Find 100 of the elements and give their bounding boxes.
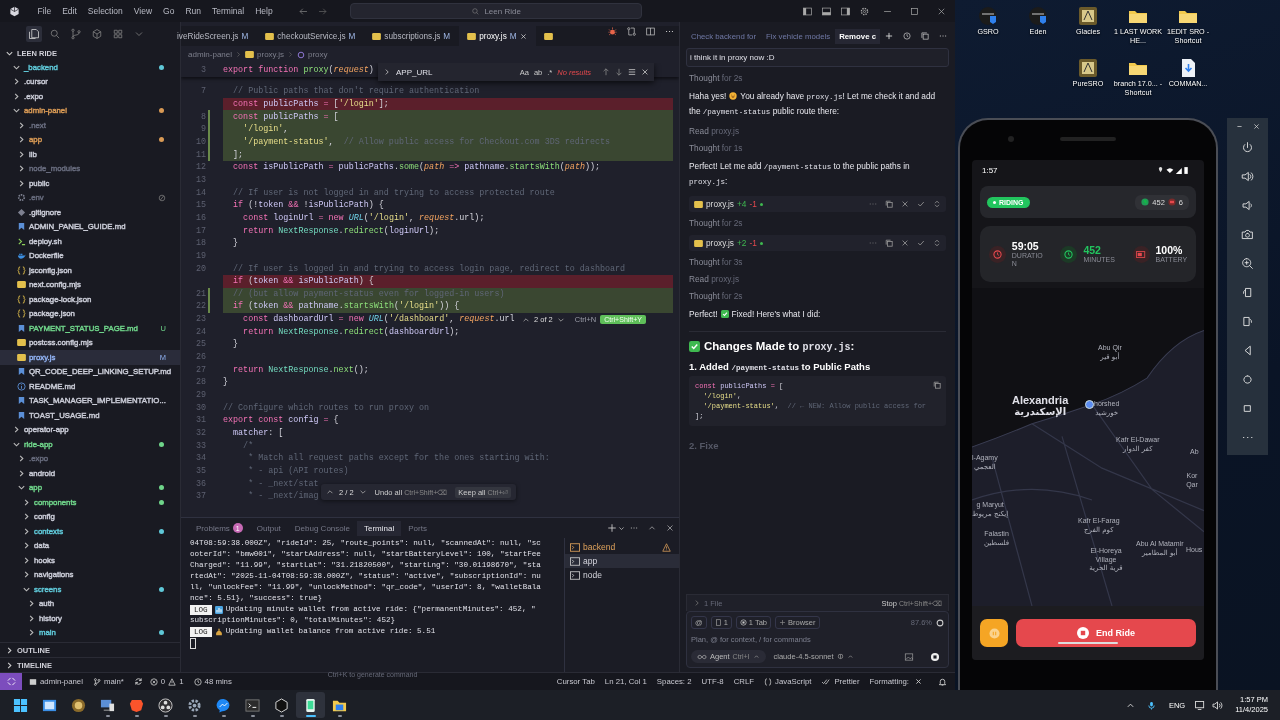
panel-tab[interactable]: Output: [249, 520, 288, 536]
menu-item[interactable]: Help: [249, 6, 279, 16]
taskbar-app[interactable]: [296, 692, 325, 718]
menu-item[interactable]: File: [32, 6, 57, 16]
copy-icon[interactable]: [933, 381, 941, 389]
expand-icon[interactable]: [933, 200, 941, 208]
chevron-up-icon[interactable]: [326, 488, 334, 496]
check-icon[interactable]: [917, 200, 925, 208]
settings-icon[interactable]: [859, 5, 870, 17]
power-icon[interactable]: [1241, 141, 1254, 154]
image-icon[interactable]: [904, 651, 914, 662]
remote-icon: [6, 677, 16, 686]
volume-down-icon[interactable]: [1241, 199, 1254, 212]
panel-tab[interactable]: Ports: [401, 520, 434, 536]
layout-icon[interactable]: [840, 5, 851, 17]
read-step[interactable]: Read proxy.js: [689, 271, 946, 288]
sidebar-toggle-icon[interactable]: [802, 5, 813, 17]
chevron-down-icon[interactable]: [358, 488, 367, 496]
phone-icon: [303, 697, 318, 713]
caret-up-icon: [752, 653, 760, 660]
menu-item[interactable]: Edit: [56, 6, 83, 16]
thought-step[interactable]: Thought for 2s: [689, 288, 946, 305]
menu-item[interactable]: Run: [179, 6, 207, 16]
editor-tab[interactable]: checkoutService.js M: [257, 26, 365, 46]
sync-icon[interactable]: [133, 677, 143, 686]
compare-icon[interactable]: [626, 26, 637, 37]
copy-icon[interactable]: [920, 31, 930, 41]
bell-icon[interactable]: [938, 677, 947, 686]
menu-item[interactable]: Selection: [82, 6, 129, 16]
plus-icon[interactable]: [884, 31, 894, 41]
copy-icon[interactable]: [885, 200, 893, 208]
home-icon[interactable]: [1241, 373, 1254, 386]
close-icon[interactable]: [901, 239, 909, 247]
end-ride-button[interactable]: End Ride: [1016, 619, 1196, 647]
arrow-up-icon[interactable]: [602, 68, 610, 76]
menu-item[interactable]: View: [128, 6, 158, 16]
thought-step[interactable]: Thought for 2s: [689, 70, 946, 87]
map[interactable]: [972, 288, 1204, 606]
editor-tab[interactable]: iveRideScreen.js M: [177, 26, 258, 46]
search-field[interactable]: Leen Ride: [350, 3, 643, 19]
close-icon[interactable]: [901, 200, 909, 208]
history-icon[interactable]: [902, 31, 912, 41]
pause-button[interactable]: [980, 619, 1008, 647]
bug-icon[interactable]: [607, 26, 618, 37]
breadcrumb-item[interactable]: proxy.js: [257, 50, 284, 59]
thought-step[interactable]: Thought for 3s: [689, 254, 946, 271]
editor-tab[interactable]: proxy.js M: [459, 26, 536, 46]
line-number: 15: [195, 200, 206, 211]
camera-icon[interactable]: [1241, 228, 1254, 241]
cube-icon[interactable]: [91, 28, 103, 40]
microphone-icon[interactable]: [1146, 700, 1156, 710]
js-file-icon: [265, 32, 275, 40]
map-label: Alexandria: [1012, 394, 1069, 406]
check-icon[interactable]: [917, 239, 925, 247]
terminal-session[interactable]: backend: [565, 540, 679, 554]
copy-icon[interactable]: [885, 239, 893, 247]
code-line: // If user is logged in and trying to access login page, redirect to dashboard: [232, 262, 626, 275]
arrow-down-icon[interactable]: [615, 68, 623, 76]
overview-icon[interactable]: [1241, 402, 1254, 415]
files-icon[interactable]: [26, 26, 42, 42]
selection-icon[interactable]: [628, 68, 636, 76]
stop-icon[interactable]: [930, 651, 940, 662]
menu-item[interactable]: Terminal: [206, 6, 250, 16]
rotate-right-icon[interactable]: [1241, 315, 1254, 328]
editor-tab[interactable]: subscriptions.js M: [364, 26, 460, 46]
breadcrumb-item[interactable]: admin-panel: [188, 50, 233, 59]
close-icon[interactable]: [641, 68, 649, 76]
expand-icon[interactable]: [933, 239, 941, 247]
terminal-session[interactable]: node: [565, 568, 679, 582]
file-edit-card[interactable]: proxy.js +4 -1: [689, 196, 946, 212]
thought-step[interactable]: Thought for 2s: [689, 215, 946, 232]
code-line: }: [223, 376, 229, 389]
menu-item[interactable]: Go: [157, 6, 180, 16]
zoom-in-icon[interactable]: [1241, 257, 1254, 270]
extensions-icon[interactable]: [112, 28, 124, 40]
panel-tab[interactable]: Debug Console: [287, 520, 357, 536]
find-input[interactable]: APP_URL: [396, 67, 515, 77]
chevron-right-icon[interactable]: [383, 68, 391, 76]
back-arrow-icon[interactable]: [298, 5, 310, 17]
thought-step[interactable]: Thought for 1s: [689, 140, 946, 157]
close-icon[interactable]: [665, 523, 675, 533]
line-number: 26: [195, 352, 206, 363]
chevron-up-icon[interactable]: [522, 315, 530, 324]
read-step[interactable]: Read proxy.js: [689, 123, 946, 140]
volume-icon[interactable]: [1212, 700, 1224, 710]
panel-toggle-icon[interactable]: [821, 5, 832, 17]
chevron-down-icon[interactable]: [618, 524, 625, 532]
js-file-icon: [372, 32, 382, 40]
network-icon[interactable]: [1195, 700, 1207, 710]
rotate-left-icon[interactable]: [1241, 286, 1254, 299]
terminal-session[interactable]: app: [565, 554, 679, 568]
split-editor-icon[interactable]: [645, 26, 656, 37]
breadcrumb-item[interactable]: proxy: [308, 50, 328, 59]
source-control-icon[interactable]: [70, 28, 82, 40]
volume-up-icon[interactable]: [1241, 170, 1254, 183]
panel-tab[interactable]: Terminal: [356, 520, 402, 536]
search-icon[interactable]: [49, 28, 61, 40]
new-terminal-icon[interactable]: [607, 523, 617, 533]
file-edit-card[interactable]: proxy.js +2 -1: [689, 235, 946, 251]
maximize-icon[interactable]: [909, 5, 920, 17]
